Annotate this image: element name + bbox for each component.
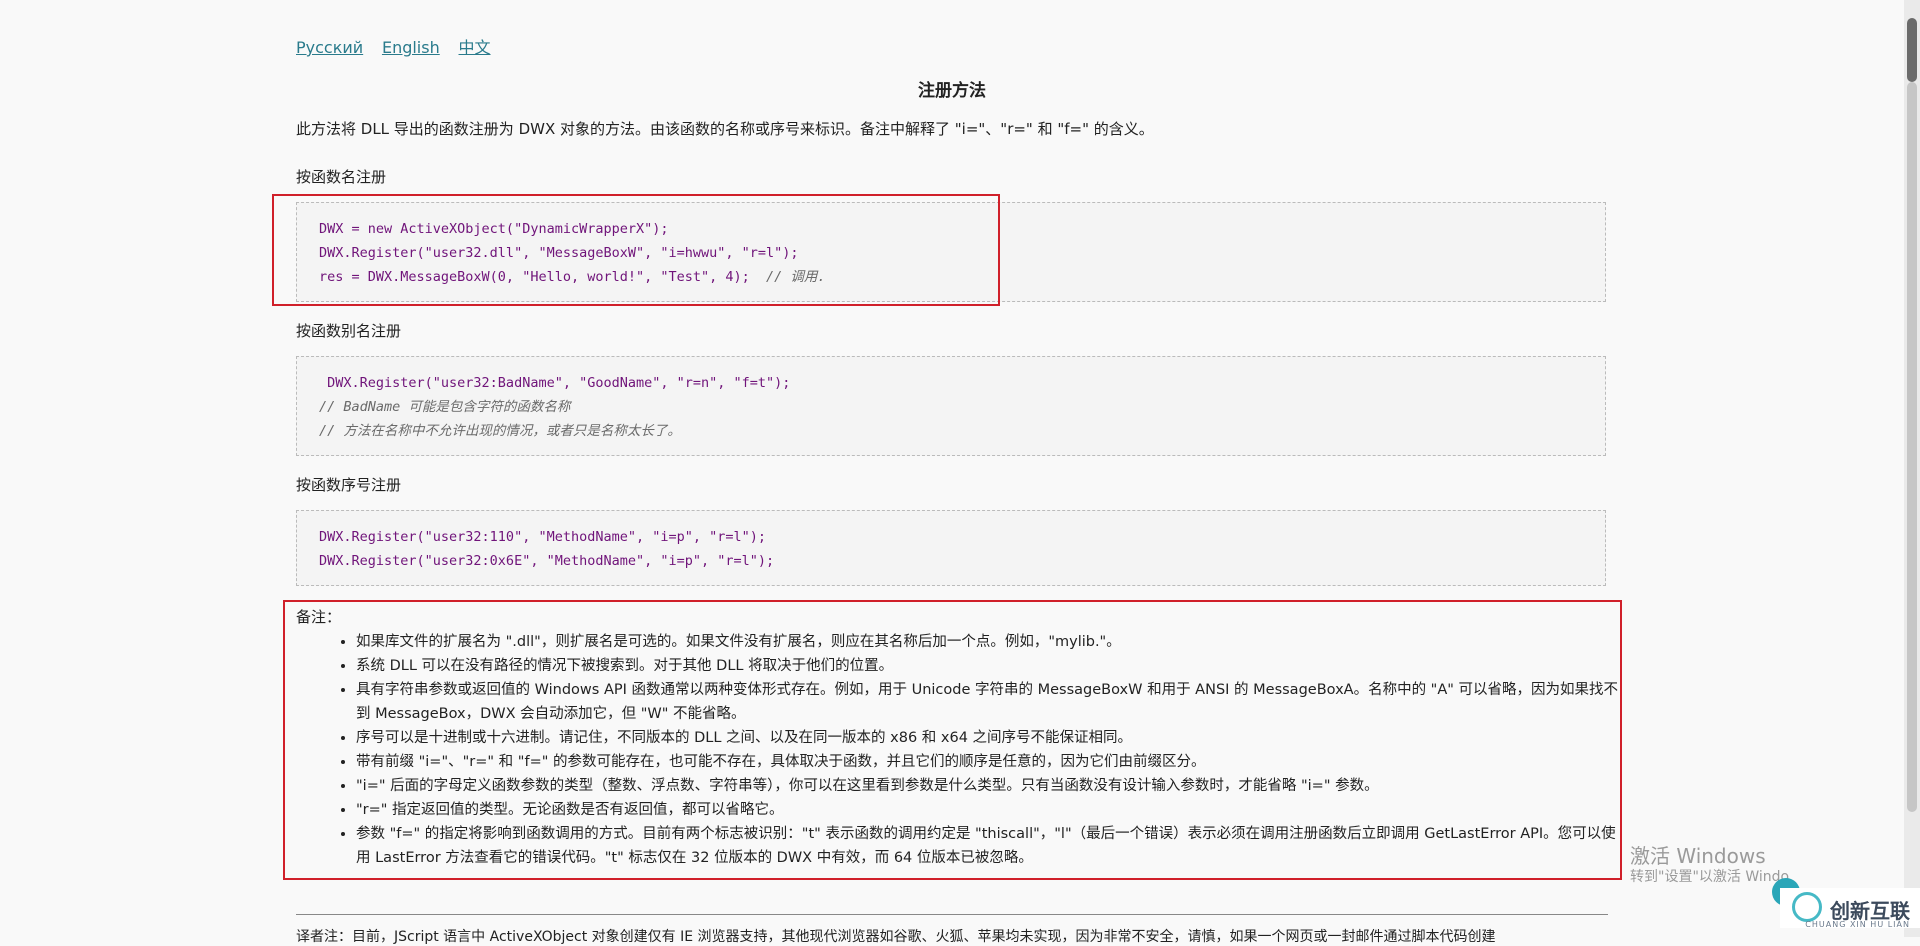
code-block-by-alias: DWX.Register("user32:BadName", "GoodName… [296, 356, 1606, 456]
page-title: 注册方法 [918, 81, 986, 101]
activate-windows-subtitle: 转到"设置"以激活 Windo [1630, 869, 1790, 885]
code-line: DWX.Register("user32:0x6E", "MethodName"… [319, 549, 1583, 573]
lang-link-russian[interactable]: Русский [296, 38, 363, 57]
code-line: // BadName 可能是包含字符的函数名称 [319, 395, 1583, 419]
activate-windows-title: 激活 Windows [1630, 844, 1766, 868]
scrollbar-track[interactable] [1907, 82, 1917, 812]
section-heading-by-ordinal: 按函数序号注册 [296, 476, 402, 494]
code-line: DWX.Register("user32:110", "MethodName",… [319, 525, 1583, 549]
code-comment: // 方法在名称中不允许出现的情况，或者只是名称太长了。 [319, 423, 681, 439]
section-heading-by-alias: 按函数别名注册 [296, 322, 402, 340]
code-text: DWX.Register("user32:110", "MethodName",… [319, 529, 767, 545]
scrollbar[interactable] [1904, 0, 1920, 937]
code-block-by-ordinal: DWX.Register("user32:110", "MethodName",… [296, 510, 1606, 586]
code-line: // 方法在名称中不允许出现的情况，或者只是名称太长了。 [319, 419, 1583, 443]
language-switcher: Русский English 中文 [296, 34, 505, 58]
intro-paragraph: 此方法将 DLL 导出的函数注册为 DWX 对象的方法。由该函数的名称或序号来标… [296, 120, 1154, 138]
brand-logo-icon [1792, 892, 1822, 922]
code-text: DWX.Register("user32:BadName", "GoodName… [319, 375, 791, 391]
section-heading-by-name: 按函数名注册 [296, 168, 387, 186]
code-line: DWX.Register("user32:BadName", "GoodName… [319, 371, 1583, 395]
divider [296, 914, 1608, 915]
brand-subtitle: CHUANG XIN HU LIAN [1805, 920, 1910, 929]
code-comment: // BadName 可能是包含字符的函数名称 [319, 399, 571, 415]
lang-link-english[interactable]: English [382, 38, 440, 57]
lang-link-chinese[interactable]: 中文 [459, 38, 491, 57]
code-text: DWX.Register("user32:0x6E", "MethodName"… [319, 553, 775, 569]
translator-note: 译者注：目前，JScript 语言中 ActiveXObject 对象创建仅有 … [296, 929, 1496, 945]
scrollbar-thumb[interactable] [1907, 18, 1917, 82]
highlight-box-code [272, 194, 1000, 306]
highlight-box-notes [283, 600, 1622, 880]
